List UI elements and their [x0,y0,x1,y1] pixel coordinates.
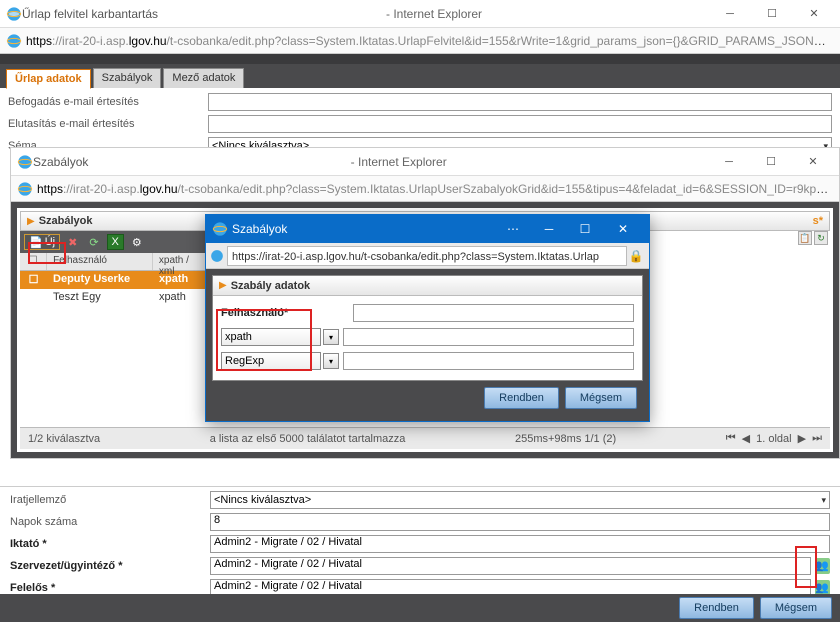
col-xpath[interactable]: xpath / xml [153,253,210,270]
close-button[interactable]: ✕ [794,3,834,25]
modal-url[interactable]: https://irat-20-i.asp.lgov.hu/t-csobanka… [227,246,627,266]
inner-close-button[interactable]: ✕ [793,151,833,173]
modal-addressbar: https://irat-20-i.asp.lgov.hu/t-csobanka… [206,243,649,269]
modal-maximize-button[interactable]: ☐ [567,217,603,241]
tab-mezo-adatok[interactable]: Mező adatok [163,68,244,88]
input-szervezet[interactable]: Admin2 - Migrate / 02 / Hivatal [210,557,811,575]
excel-button[interactable]: X [107,234,124,250]
modal-cancel-button[interactable]: Mégsem [565,387,637,409]
select-iratjellemzo[interactable]: <Nincs kiválasztva>▾ [210,491,830,509]
pager-first[interactable]: ⏮ [726,432,736,445]
modal-ok-button[interactable]: Rendben [484,387,559,409]
browser-name: - Internet Explorer [158,7,710,21]
modal-szabalyok: Szabályok ⋯ ─ ☐ ✕ https://irat-20-i.asp.… [205,214,650,422]
refresh-icon[interactable]: ↻ [814,231,828,245]
copy-icon[interactable]: 📋 [798,231,812,245]
lock-icon: 🔒 [627,249,645,263]
chevron-down-icon: ▾ [821,495,826,506]
label-felelos: Felelős * [10,582,210,594]
ie-icon [17,154,33,170]
modal-close-button[interactable]: ✕ [603,217,643,241]
minimize-button[interactable]: ─ [710,3,750,25]
ie-icon [210,249,224,263]
select-regexp[interactable]: RegExp [221,352,321,370]
select-xpath[interactable]: xpath [221,328,321,346]
refresh-button[interactable]: ⟳ [85,234,102,250]
label-iratjellemzo: Iratjellemző [10,494,210,506]
input-regexp[interactable] [343,352,634,370]
filter-button[interactable]: ⚙ [128,234,146,250]
main-titlebar: Űrlap felvitel karbantartás - Internet E… [0,0,840,28]
inner-minimize-button[interactable]: ─ [709,151,749,173]
modal-title: Szabályok [232,222,287,236]
input-xpath[interactable] [343,328,634,346]
timing-info: 255ms+98ms 1/1 (2) [515,433,616,445]
ie-icon [6,6,22,22]
arrow-icon: ▶ [27,216,35,227]
dropdown-regexp-button[interactable]: ▾ [323,353,339,369]
pager-last[interactable]: ⏭ [812,432,822,445]
main-cancel-button[interactable]: Mégsem [760,597,832,619]
ie-icon [17,181,33,197]
input-befogadas[interactable] [208,93,832,111]
selection-count: 1/2 kiválasztva [28,433,100,445]
inner-window-title: Szabályok [33,155,88,169]
col-checkbox[interactable]: ☐ [20,253,47,270]
label-elutasitas: Elutasítás e-mail értesítés [8,118,208,130]
label-szervezet: Szervezet/ügyintéző * [10,560,210,572]
input-napok[interactable]: 8 [210,513,830,531]
delete-button[interactable]: ✖ [64,234,81,250]
window-title: Űrlap felvitel karbantartás [22,7,158,21]
ie-icon [6,33,22,49]
table-row[interactable]: ☐ Deputy Userke xpath [20,271,210,289]
inner-titlebar: Szabályok - Internet Explorer ─ ☐ ✕ [11,148,839,176]
grid-columns: ☐ Felhasználó xpath / xml [20,253,210,271]
inner-maximize-button[interactable]: ☐ [751,151,791,173]
inner-url[interactable]: https://irat-20-i.asp.lgov.hu/t-csobanka… [33,180,833,198]
input-elutasitas[interactable] [208,115,832,133]
input-felhasznalo[interactable] [353,304,634,322]
grid-footer: 1/2 kiválasztva a lista az első 5000 tal… [20,427,830,449]
arrow-icon: ▶ [219,280,227,291]
grid-toolbar: 📄Új ✖ ⟳ X ⚙ [20,231,210,253]
col-felhasznalo[interactable]: Felhasználó [47,253,153,270]
picker-icon[interactable]: 👥 [815,558,830,574]
pager-prev[interactable]: ◀ [742,432,750,445]
maximize-button[interactable]: ☐ [752,3,792,25]
bottom-action-bar: Rendben Mégsem [0,594,840,622]
ie-icon [212,221,228,237]
label-napok: Napok száma [10,516,210,528]
main-ok-button[interactable]: Rendben [679,597,754,619]
grid-title: Szabályok [39,215,93,227]
bottom-form: Iratjellemző <Nincs kiválasztva>▾ Napok … [0,486,840,603]
modal-titlebar[interactable]: Szabályok ⋯ ─ ☐ ✕ [206,215,649,243]
tab-urlap-adatok[interactable]: Űrlap adatok [6,69,91,89]
star-indicator: s* [813,215,823,227]
pager: ⏮ ◀ 1. oldal ▶ ⏭ [726,432,822,445]
main-addressbar: https://irat-20-i.asp.lgov.hu/t-csobanka… [0,28,840,54]
label-befogadas: Befogadás e-mail értesítés [8,96,208,108]
label-iktato: Iktató * [10,538,210,550]
modal-minimize-button[interactable]: ─ [531,217,567,241]
tabstrip: Űrlap adatok Szabályok Mező adatok [0,64,840,88]
tab-szabalyok[interactable]: Szabályok [93,68,162,88]
result-info: a lista az első 5000 találatot tartalmaz… [210,433,406,445]
modal-section-title: Szabály adatok [231,280,310,292]
inner-browser-name: - Internet Explorer [88,155,709,169]
dropdown-xpath-button[interactable]: ▾ [323,329,339,345]
input-iktato[interactable]: Admin2 - Migrate / 02 / Hivatal [210,535,830,553]
pager-next[interactable]: ▶ [798,432,806,445]
new-button[interactable]: 📄Új [24,234,60,250]
inner-addressbar: https://irat-20-i.asp.lgov.hu/t-csobanka… [11,176,839,202]
table-row[interactable]: Teszt Egy xpath [20,289,210,307]
main-url[interactable]: https://irat-20-i.asp.lgov.hu/t-csobanka… [22,32,834,50]
modal-section-header: ▶ Szabály adatok [213,276,642,296]
pager-page: 1. oldal [756,433,791,445]
modal-more-button[interactable]: ⋯ [495,217,531,241]
label-felhasznalo: Felhasználó* [221,307,331,319]
